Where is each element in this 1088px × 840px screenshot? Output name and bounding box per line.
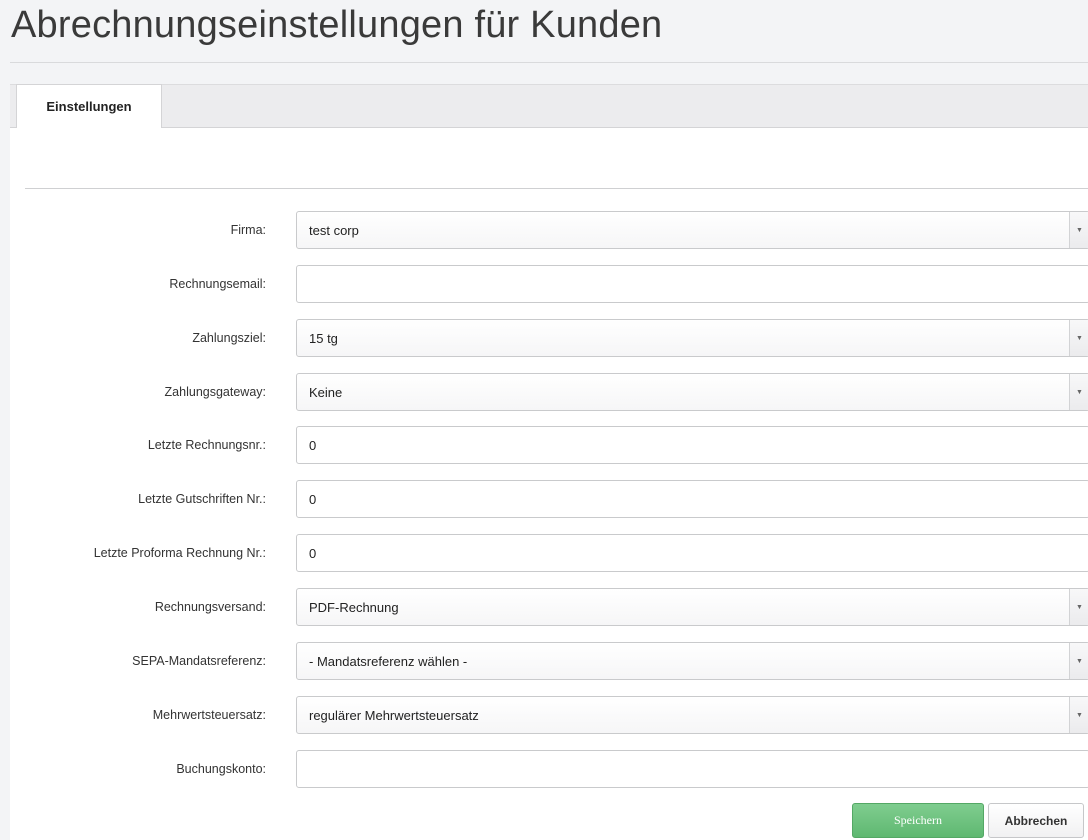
form-row-rechnungsversand: Rechnungsversand: PDF-Rechnung ▼	[10, 588, 1088, 626]
zahlungsgateway-value: Keine	[309, 384, 343, 400]
form-row-rechnungsemail: Rechnungsemail:	[10, 265, 1088, 303]
zahlungsziel-label: Zahlungsziel:	[192, 331, 266, 345]
letzte-gutschriften-nr-label: Letzte Gutschriften Nr.:	[138, 492, 266, 506]
form-row-sepa-mandatsreferenz: SEPA-Mandatsreferenz: - Mandatsreferenz …	[10, 642, 1088, 680]
letzte-gutschriften-nr-input[interactable]	[296, 480, 1088, 518]
rechnungsversand-select[interactable]: PDF-Rechnung ▼	[296, 588, 1088, 626]
form-row-zahlungsziel: Zahlungsziel: 15 tg ▼	[10, 319, 1088, 357]
tab-einstellungen[interactable]: Einstellungen	[16, 84, 162, 129]
caret-down-icon[interactable]: ▼	[1069, 589, 1088, 625]
form-row-mehrwertsteuersatz: Mehrwertsteuersatz: regulärer Mehrwertst…	[10, 696, 1088, 734]
zahlungsgateway-select[interactable]: Keine ▼	[296, 373, 1088, 411]
zahlungsziel-value: 15 tg	[309, 330, 338, 346]
caret-down-icon[interactable]: ▼	[1069, 320, 1088, 356]
form-row-zahlungsgateway: Zahlungsgateway: Keine ▼	[10, 373, 1088, 411]
letzte-rechnungsnr-input[interactable]	[296, 426, 1088, 464]
mehrwertsteuersatz-label: Mehrwertsteuersatz:	[152, 708, 266, 722]
firma-select[interactable]: test corp ▼	[296, 211, 1088, 249]
form-divider	[25, 188, 1088, 189]
form-row-letzte-proforma-nr: Letzte Proforma Rechnung Nr.:	[10, 534, 1088, 572]
caret-down-icon[interactable]: ▼	[1069, 643, 1088, 679]
sepa-mandatsreferenz-label: SEPA-Mandatsreferenz:	[132, 654, 266, 668]
tab-bar: Einstellungen	[10, 84, 1088, 129]
page-title: Abrechnungseinstellungen für Kunden	[11, 4, 663, 46]
form-row-letzte-gutschriften-nr: Letzte Gutschriften Nr.:	[10, 480, 1088, 518]
caret-down-icon[interactable]: ▼	[1069, 374, 1088, 410]
rechnungsversand-value: PDF-Rechnung	[309, 599, 399, 615]
settings-panel: Firma: test corp ▼ Rechnungsemail: Zahlu…	[10, 128, 1088, 840]
form-row-letzte-rechnungsnr: Letzte Rechnungsnr.:	[10, 426, 1088, 464]
rechnungsemail-input[interactable]	[296, 265, 1088, 303]
rechnungsversand-label: Rechnungsversand:	[154, 600, 266, 614]
form-row-firma: Firma: test corp ▼	[10, 211, 1088, 249]
caret-down-icon[interactable]: ▼	[1069, 212, 1088, 248]
mehrwertsteuersatz-select[interactable]: regulärer Mehrwertsteuersatz ▼	[296, 696, 1088, 734]
caret-down-icon[interactable]: ▼	[1069, 697, 1088, 733]
firma-value: test corp	[309, 222, 359, 238]
rechnungsemail-label: Rechnungsemail:	[169, 277, 266, 291]
save-button[interactable]: Speichern	[852, 803, 984, 838]
sepa-mandatsreferenz-value: - Mandatsreferenz wählen -	[309, 653, 468, 669]
zahlungsziel-select[interactable]: 15 tg ▼	[296, 319, 1088, 357]
letzte-proforma-nr-label: Letzte Proforma Rechnung Nr.:	[93, 546, 266, 560]
title-divider	[10, 62, 1088, 63]
mehrwertsteuersatz-value: regulärer Mehrwertsteuersatz	[309, 707, 479, 723]
buchungskonto-input[interactable]	[296, 750, 1088, 788]
letzte-proforma-nr-input[interactable]	[296, 534, 1088, 572]
sepa-mandatsreferenz-select[interactable]: - Mandatsreferenz wählen - ▼	[296, 642, 1088, 680]
zahlungsgateway-label: Zahlungsgateway:	[164, 385, 266, 399]
letzte-rechnungsnr-label: Letzte Rechnungsnr.:	[147, 438, 266, 452]
cancel-button[interactable]: Abbrechen	[988, 803, 1084, 838]
buchungskonto-label: Buchungskonto:	[176, 762, 266, 776]
form-row-buchungskonto: Buchungskonto:	[10, 750, 1088, 788]
firma-label: Firma:	[230, 223, 266, 237]
